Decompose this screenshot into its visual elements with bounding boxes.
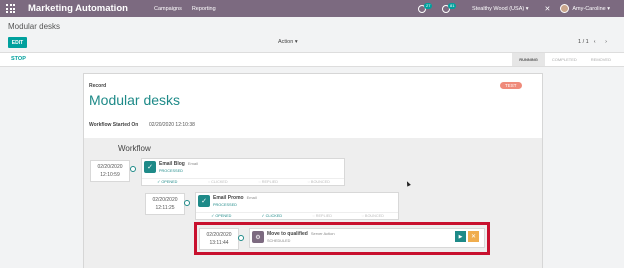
track-bounced: ◌ BOUNCED <box>307 180 330 184</box>
activity-tracking: ✓ OPENED ◌ CLICKED ◌ REPLIED ◌ BOUNCED <box>142 178 344 185</box>
pager-value[interactable]: 1 / 1 <box>578 39 589 45</box>
stage-running[interactable]: RUNNING <box>512 53 545 66</box>
workflow-title: Workflow <box>118 144 151 153</box>
check-icon: ✓ <box>198 195 210 207</box>
track-replied: ◌ REPLIED <box>258 180 279 184</box>
workflow-started-value: 02/20/2020 12:10:38 <box>149 122 195 128</box>
stop-button[interactable]: STOP <box>11 56 26 62</box>
company-name: Stealthy Wood (USA) <box>472 5 525 12</box>
main-menu: Campaigns Reporting <box>154 6 216 12</box>
activity-type: Email <box>246 195 257 200</box>
timeline-node <box>184 200 190 206</box>
activity-state: PROCESSED <box>213 203 237 207</box>
track-replied-label: REPLIED <box>261 180 279 184</box>
action-dropdown[interactable]: Action ▾ <box>278 39 298 45</box>
menu-item-reporting[interactable]: Reporting <box>192 6 216 12</box>
statusbar: STOP RUNNING COMPLETED REMOVED <box>0 52 624 67</box>
activity-name-text: Email Blog <box>159 161 185 167</box>
track-clicked-label: CLICKED <box>211 180 228 184</box>
stage-completed[interactable]: COMPLETED <box>545 53 584 66</box>
track-clicked: ◌ CLICKED <box>207 180 228 184</box>
activity-date: 02/20/2020 12:11:25 <box>145 193 185 215</box>
track-bounced-label: BOUNCED <box>310 180 330 184</box>
track-clicked-label: CLICKED <box>265 214 283 218</box>
messages-count-badge: 27 <box>424 2 433 9</box>
activity-type: Email <box>187 161 198 166</box>
top-navbar: Marketing Automation Campaigns Reporting… <box>0 0 624 17</box>
activity-name-text: Email Promo <box>213 195 244 201</box>
pager: 1 / 1 ‹ › <box>578 39 611 45</box>
highlight-box <box>194 222 490 255</box>
track-bounced: ◌ BOUNCED <box>361 214 384 218</box>
track-bounced-label: BOUNCED <box>364 214 384 218</box>
track-opened-label: OPENED <box>161 180 178 184</box>
activity-date: 02/20/2020 12:10:59 <box>90 160 130 182</box>
action-label: Action <box>278 39 294 45</box>
pager-arrows[interactable]: ‹ › <box>594 39 611 45</box>
check-icon: ✓ <box>144 161 156 173</box>
breadcrumb: Modular desks <box>8 22 61 31</box>
user-name: Amy-Caroline <box>572 5 606 12</box>
activity-tracking: ✓ OPENED ✓ CLICKED ◌ REPLIED ◌ BOUNCED <box>196 212 398 219</box>
activity-name[interactable]: Email Promo Email <box>213 195 257 201</box>
activity-date-day: 02/20/2020 <box>97 164 123 170</box>
track-opened: ✓ OPENED <box>157 180 178 184</box>
activity-date-time: 12:10:59 <box>100 172 120 178</box>
apps-grid-icon[interactable] <box>6 4 20 13</box>
track-replied-label: REPLIED <box>315 214 333 218</box>
record-name[interactable]: Modular desks <box>89 92 180 108</box>
activities-count-badge: 81 <box>448 2 457 9</box>
user-menu[interactable]: Amy-Caroline ▾ <box>572 6 610 12</box>
stage-pipeline: RUNNING COMPLETED REMOVED <box>512 53 618 66</box>
timeline-node <box>130 166 136 172</box>
record-label: Record <box>89 83 107 89</box>
status-badge: TEST <box>500 82 522 89</box>
navbar-systray: 27 81 Stealthy Wood (USA) ▾ ✕ Amy-Caroli… <box>418 0 610 17</box>
activity-state: PROCESSED <box>159 169 183 173</box>
clock-icon[interactable]: 81 <box>442 2 457 13</box>
app-title: Marketing Automation <box>28 3 128 14</box>
track-clicked: ✓ CLICKED <box>261 214 283 218</box>
menu-item-campaigns[interactable]: Campaigns <box>154 6 182 12</box>
chat-icon[interactable]: 27 <box>418 2 433 13</box>
track-replied: ◌ REPLIED <box>312 214 333 218</box>
activity-card: ✓ Email Promo Email PROCESSED ✓ OPENED ✓ … <box>195 192 399 220</box>
close-icon[interactable]: ✕ <box>545 5 551 13</box>
workflow-started-label: Workflow Started On <box>89 122 139 128</box>
activity-date-day: 02/20/2020 <box>152 197 178 203</box>
track-opened: ✓ OPENED <box>211 214 232 218</box>
track-opened-label: OPENED <box>215 214 232 218</box>
avatar[interactable] <box>560 4 570 13</box>
edit-button[interactable]: EDIT <box>8 37 27 48</box>
company-switcher[interactable]: Stealthy Wood (USA) ▾ <box>472 6 528 12</box>
activity-name[interactable]: Email Blog Email <box>159 161 198 167</box>
activity-card: ✓ Email Blog Email PROCESSED ✓ OPENED ◌ C… <box>141 158 345 186</box>
stage-removed[interactable]: REMOVED <box>584 53 618 66</box>
activity-date-time: 12:11:25 <box>155 205 175 211</box>
